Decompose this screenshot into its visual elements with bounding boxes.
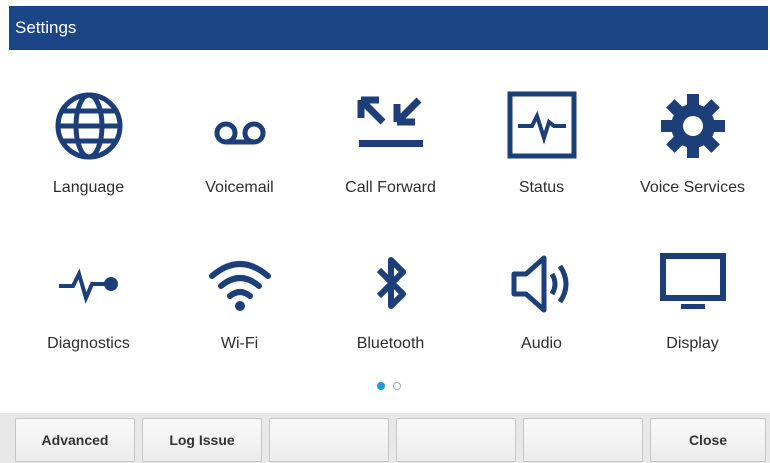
tile-label: Diagnostics — [47, 335, 130, 352]
gear-icon — [655, 88, 731, 164]
call-forward-icon — [353, 88, 429, 164]
tile-voice-services[interactable]: Voice Services — [617, 78, 768, 236]
settings-row-2: Diagnostics Wi-Fi Bluetooth Audio Displa… — [13, 236, 768, 394]
softkey-empty-3[interactable] — [269, 418, 389, 462]
status-icon — [504, 88, 580, 164]
tile-label: Display — [666, 335, 719, 352]
tile-status[interactable]: Status — [466, 78, 617, 236]
tile-wifi[interactable]: Wi-Fi — [164, 236, 315, 394]
tile-audio[interactable]: Audio — [466, 236, 617, 394]
tile-language[interactable]: Language — [13, 78, 164, 236]
tile-call-forward[interactable]: Call Forward — [315, 78, 466, 236]
page-title: Settings — [15, 18, 77, 37]
speaker-icon — [504, 246, 580, 322]
settings-row-1: Language Voicemail Call Forward Status V… — [13, 78, 768, 236]
page-dot-inactive[interactable] — [393, 382, 401, 390]
bluetooth-icon — [353, 246, 429, 322]
diagnostics-icon — [51, 246, 127, 322]
voicemail-icon — [202, 88, 278, 164]
monitor-icon — [655, 246, 731, 322]
close-button[interactable]: Close — [650, 418, 766, 462]
tile-label: Wi-Fi — [220, 335, 259, 352]
title-bar: Settings — [9, 6, 768, 50]
tile-label: Voicemail — [205, 179, 274, 196]
wifi-icon — [202, 246, 278, 322]
tile-label: Call Forward — [345, 179, 436, 196]
tile-label: Audio — [521, 335, 562, 352]
tile-diagnostics[interactable]: Diagnostics — [13, 236, 164, 394]
page-indicator — [377, 382, 401, 390]
tile-bluetooth[interactable]: Bluetooth — [315, 236, 466, 394]
tile-label: Status — [518, 179, 565, 196]
page-dot-active[interactable] — [377, 382, 385, 390]
tile-display[interactable]: Display — [617, 236, 768, 394]
tile-label: Bluetooth — [356, 335, 425, 352]
settings-grid: Language Voicemail Call Forward Status V… — [13, 78, 768, 394]
globe-icon — [51, 88, 127, 164]
advanced-button[interactable]: Advanced — [15, 418, 135, 462]
tile-label: Voice Services — [640, 179, 745, 196]
tile-label: Language — [52, 179, 125, 196]
log-issue-button[interactable]: Log Issue — [142, 418, 262, 462]
softkey-empty-4[interactable] — [396, 418, 516, 462]
softkey-empty-5[interactable] — [523, 418, 643, 462]
tile-voicemail[interactable]: Voicemail — [164, 78, 315, 236]
